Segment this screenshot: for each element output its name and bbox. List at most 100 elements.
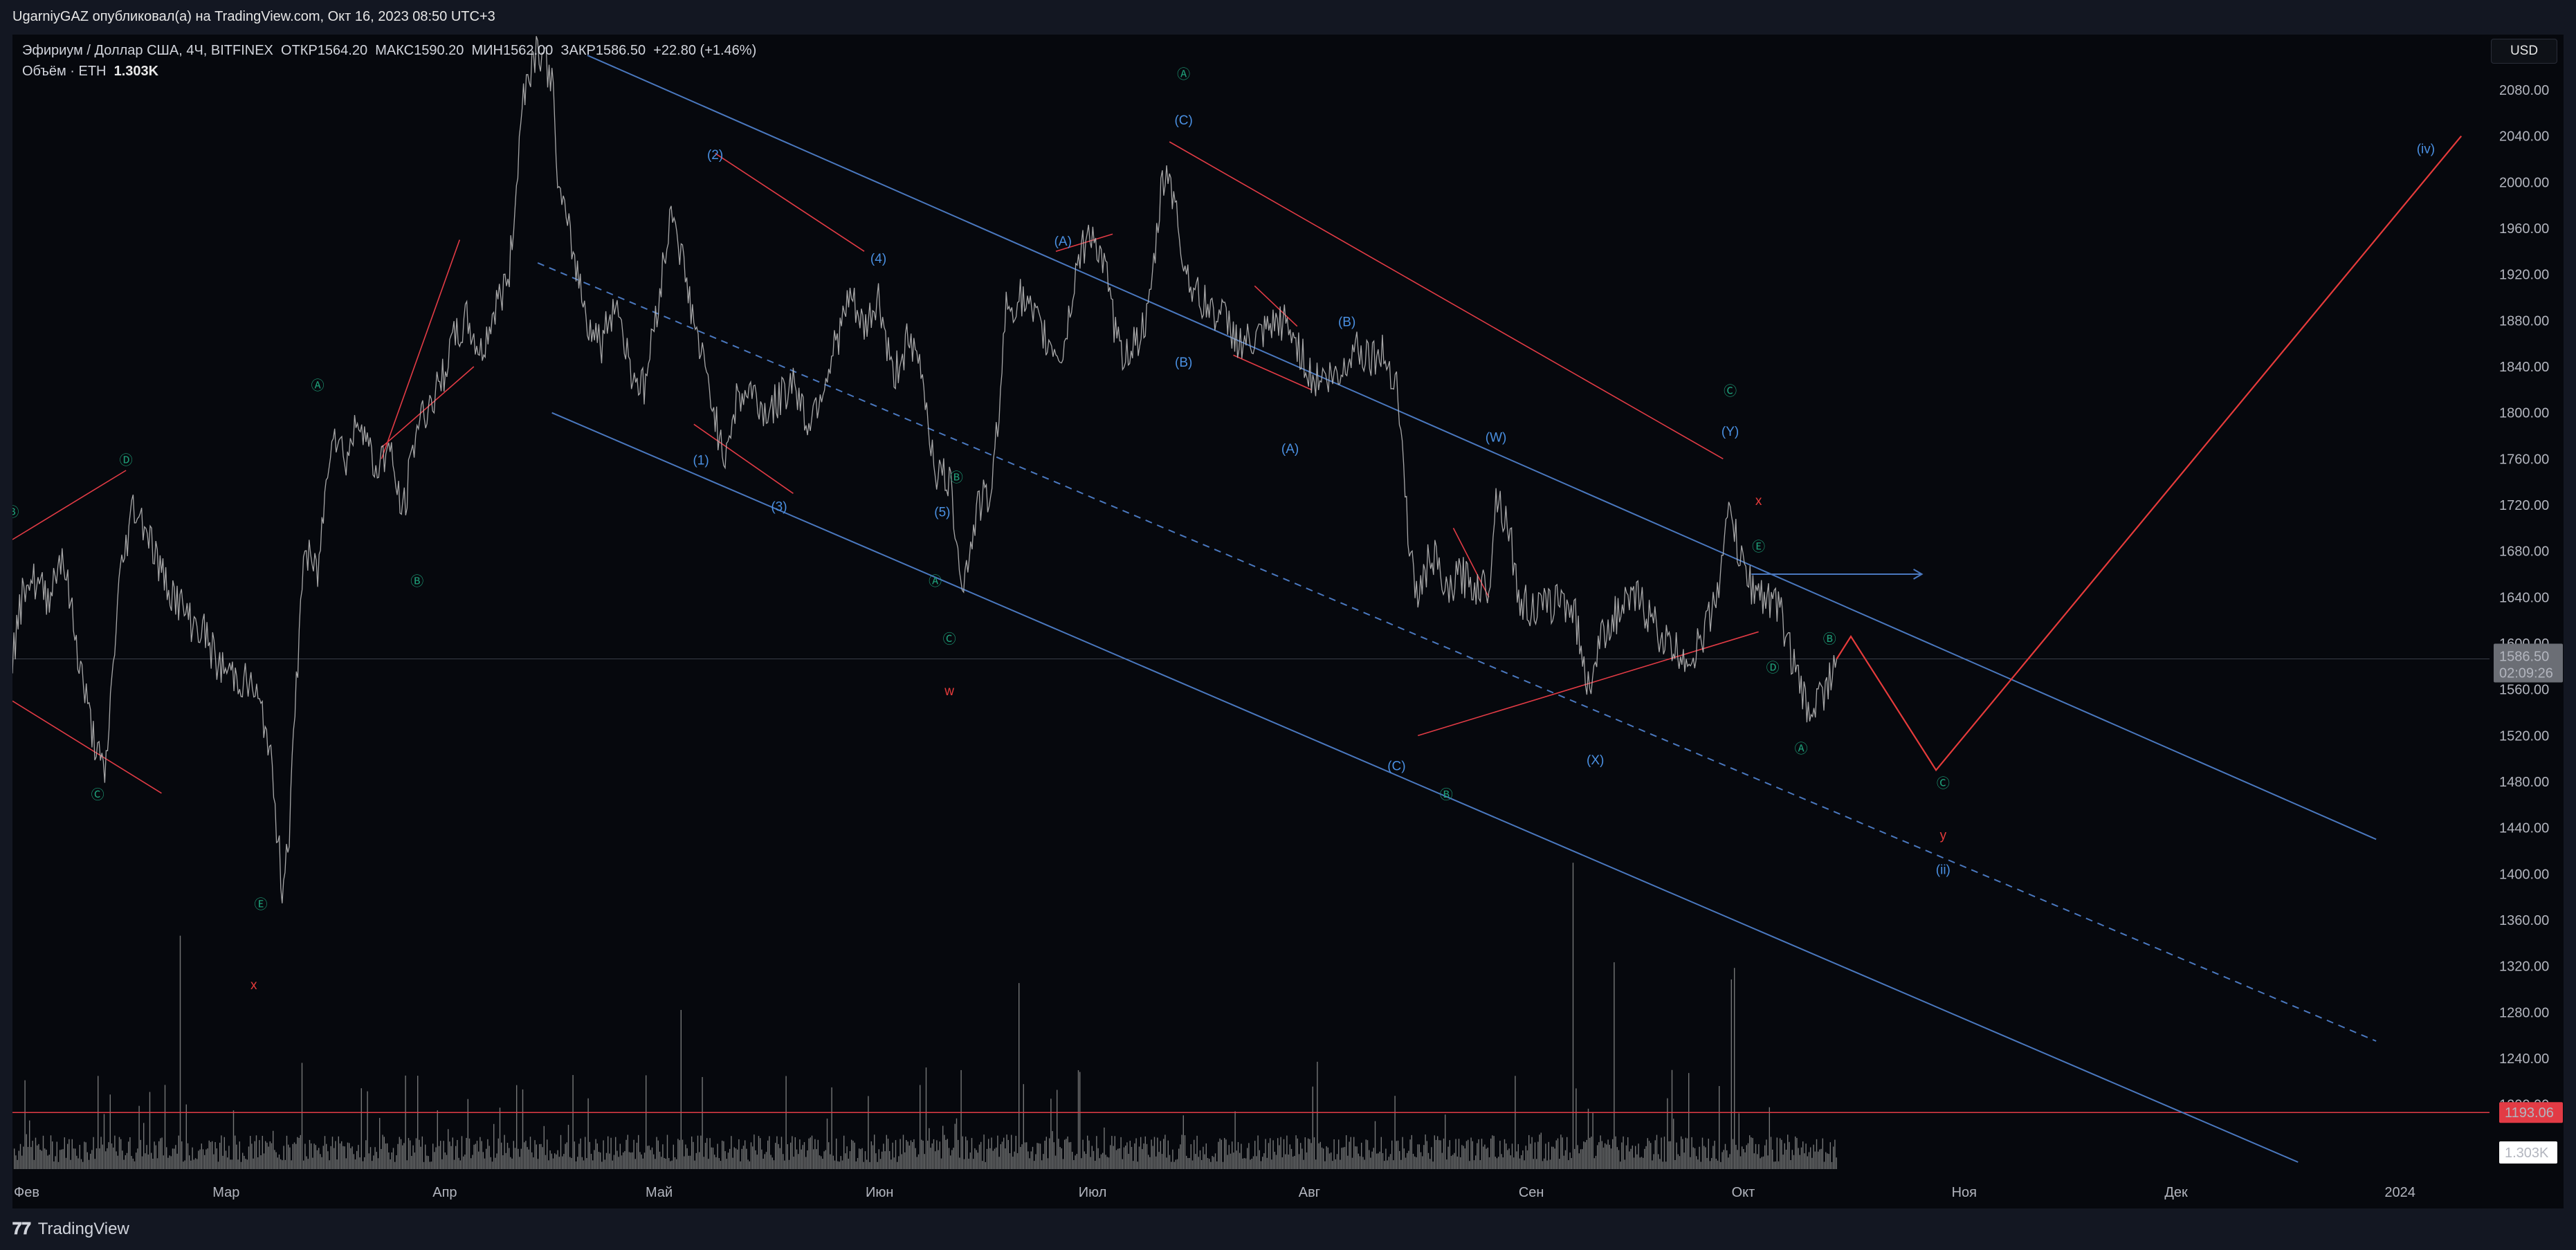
volume-bar [647, 1146, 648, 1169]
volume-bar [172, 1148, 174, 1169]
volume-bar [1516, 1151, 1517, 1169]
volume-bar [1149, 1157, 1151, 1169]
currency-button[interactable]: USD [2491, 39, 2557, 64]
volume-bar [706, 1138, 708, 1169]
volume-bar [1726, 1150, 1728, 1169]
volume-bar [1564, 1150, 1566, 1169]
volume-bar [619, 1143, 621, 1169]
volume-bar [1402, 1137, 1403, 1169]
volume-bar [326, 1143, 327, 1169]
volume-bar [855, 1161, 857, 1169]
volume-bar [724, 1151, 726, 1169]
volume-bar [369, 1147, 372, 1169]
volume-label[interactable]: Объём · ETH [22, 64, 107, 79]
volume-bar [414, 1152, 415, 1169]
volume-bar [1376, 1153, 1378, 1169]
volume-bar [1178, 1148, 1180, 1169]
wave-label-32: Ⓑ [1823, 632, 1836, 647]
wave-label-23: Ⓐ [1177, 66, 1190, 82]
volume-bar [1335, 1159, 1336, 1169]
volume-bar [71, 1139, 73, 1169]
volume-bar [1029, 1158, 1030, 1169]
volume-bar [973, 1159, 974, 1169]
volume-bar [1627, 1137, 1629, 1169]
wave-label-17: Ⓐ [311, 378, 325, 393]
price-axis[interactable]: 1160.001200.001240.001280.001320.001360.… [2490, 35, 2564, 1208]
volume-bar [1306, 1152, 1308, 1169]
volume-bar [242, 1152, 244, 1169]
volume-bar [246, 1159, 248, 1169]
volume-bar [1724, 1143, 1726, 1169]
volume-bar [902, 1134, 904, 1169]
volume-bar [64, 1137, 65, 1169]
wave-label-27: Ⓑ [1440, 787, 1453, 802]
volume-bar [426, 1155, 428, 1169]
volume-bar [35, 1137, 37, 1169]
volume-bar [1559, 1159, 1560, 1169]
volume-bar [520, 1148, 522, 1169]
published-text: UgarniyGAZ опубликовал(а) на TradingView… [12, 9, 495, 24]
volume-bar [1609, 1144, 1610, 1169]
volume-bar [473, 1144, 475, 1169]
legend-symbol[interactable]: Эфириум / Доллар США, 4Ч, BITFINEX [22, 43, 273, 58]
volume-bar [1686, 1138, 1688, 1169]
volume-bar [1560, 1134, 1562, 1169]
volume-bar [854, 1142, 855, 1169]
volume-bar [825, 1150, 826, 1169]
volume-bar [947, 1139, 948, 1169]
volume-bar [478, 1151, 479, 1169]
volume-bar [581, 1157, 583, 1169]
time-axis[interactable]: Фев Мар Апр Май Июн Июл Авг Сен Окт Ноя Дек 2024 [14, 1185, 2415, 1200]
volume-bar [1341, 1148, 1342, 1169]
volume-bar [1290, 1148, 1292, 1169]
volume-bar [1045, 1137, 1047, 1169]
volume-bar [1338, 1139, 1340, 1169]
chart-panel[interactable]: (1) (2) (3) (4) (5) (A) (B) (C) (A) (B) (C) (W) (X) (… [12, 35, 2564, 1208]
volume-bar [870, 1141, 872, 1169]
volume-bar [1396, 1141, 1397, 1169]
volume-bar [1676, 1142, 1677, 1169]
volume-bar [1616, 1147, 1618, 1169]
volume-bar [152, 1159, 154, 1169]
volume-bar [1714, 1141, 1715, 1169]
volume-bar [33, 1159, 35, 1169]
volume-bar [848, 1159, 849, 1169]
volume-bar [548, 1160, 549, 1169]
volume-legend: Объём · ETH 1.303K [22, 64, 158, 80]
volume-bar [822, 1159, 823, 1169]
volume-bar [1455, 1139, 1456, 1169]
volume-bar [1252, 1156, 1254, 1169]
volume-bar [657, 1140, 659, 1169]
chart-canvas[interactable]: (1) (2) (3) (4) (5) (A) (B) (C) (A) (B) (C) (W) (X) (… [12, 35, 2564, 1208]
volume-bar [73, 1148, 75, 1169]
volume-bar [421, 1136, 423, 1169]
volume-bar [201, 1143, 202, 1169]
volume-bar [1677, 1154, 1679, 1169]
volume-bar [269, 1141, 271, 1169]
tradingview-logo[interactable]: 𝟕𝟕 TradingView [12, 1220, 129, 1239]
volume-bar [1268, 1143, 1270, 1169]
footer: 𝟕𝟕 TradingView [0, 1208, 2576, 1250]
volume-bar [374, 1147, 376, 1169]
volume-bar [549, 1150, 551, 1169]
volume-bar [1584, 1142, 1586, 1169]
volume-bar [1105, 1155, 1106, 1169]
volume-bar [1828, 1154, 1829, 1169]
volume-bar [198, 1150, 199, 1169]
volume-bar [29, 1120, 30, 1169]
volume-bar [223, 1137, 225, 1169]
volume-bar [430, 1161, 432, 1169]
volume-bar [1615, 1136, 1616, 1169]
volume-bar [237, 1159, 239, 1169]
volume-bar [653, 1154, 655, 1169]
wave-labels: (1) (2) (3) (4) (5) (A) (B) (C) (A) (B) (C) (W) (X) (… [12, 66, 2435, 993]
volume-bar [446, 1155, 448, 1169]
volume-bar [48, 1155, 50, 1169]
volume-bar [24, 1080, 26, 1169]
wave-label-35: x [250, 978, 257, 993]
volume-bar [1230, 1153, 1232, 1169]
volume-bar [729, 1148, 731, 1169]
volume-bar [1035, 1154, 1036, 1169]
volume-bar [15, 1155, 17, 1169]
volume-bar [1429, 1159, 1431, 1169]
